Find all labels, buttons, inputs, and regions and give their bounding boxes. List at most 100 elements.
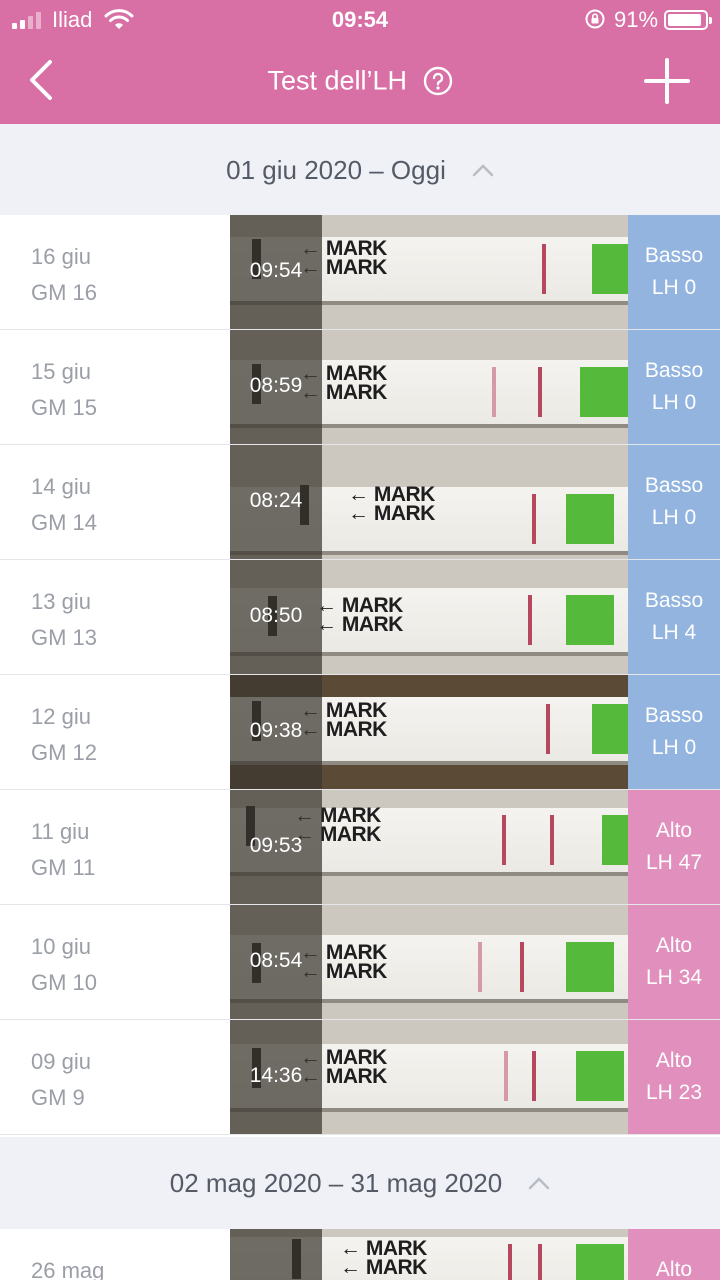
result-badge: Basso LH 0	[628, 445, 720, 559]
test-strip-photo[interactable]: ← MARK ← MARK09:54	[230, 215, 628, 329]
lh-value: LH 0	[651, 506, 697, 529]
test-day-label: 15 giu	[31, 359, 91, 384]
test-row[interactable]: 16 giu GM 16 ← MARK ← MARK09:54 Basso LH 0	[0, 215, 720, 330]
test-strip-photo[interactable]: ← MARK ← MARK	[230, 1229, 628, 1280]
test-row[interactable]: 11 giu GM 11 ← MARK ← MARK09:53 Alto LH 47	[0, 790, 720, 905]
page-title-text: Test dell’LH	[267, 65, 408, 96]
test-line	[528, 595, 532, 645]
test-date: 13 giu GM 13	[31, 584, 97, 656]
cycle-day-label: GM 12	[31, 740, 98, 765]
test-time: 09:38	[249, 719, 303, 742]
result-badge: Basso LH 0	[628, 675, 720, 789]
test-date: 09 giu GM 9	[31, 1044, 91, 1116]
test-time: 08:24	[249, 489, 303, 512]
strip-green-tab	[602, 815, 628, 865]
lh-value: LH 34	[645, 966, 703, 989]
lh-value: LH 0	[651, 391, 697, 414]
chevron-up-icon[interactable]	[472, 163, 494, 177]
strip-green-tab	[566, 595, 614, 645]
strip-green-tab	[576, 1244, 624, 1280]
status-bar: Iliad 09:54 91%	[0, 0, 720, 40]
test-date: 16 giu GM 16	[31, 239, 97, 311]
test-strip-photo[interactable]: ← MARK ← MARK08:54	[230, 905, 628, 1019]
lh-value: LH 47	[645, 851, 703, 874]
strip-green-tab	[566, 942, 614, 992]
test-time: 08:54	[249, 949, 303, 972]
test-date: 15 giu GM 15	[31, 354, 97, 426]
result-label: Basso	[644, 474, 704, 497]
test-row[interactable]: 26 mag ← MARK ← MARK Alto	[0, 1229, 720, 1280]
result-label: Alto	[655, 1258, 693, 1280]
strip-green-tab	[592, 244, 628, 294]
strip-mark-label: ← MARK ← MARK	[348, 483, 435, 525]
cycle-day-label: GM 15	[31, 395, 98, 420]
rotation-lock-icon	[585, 9, 605, 29]
test-line	[478, 942, 482, 992]
test-date: 14 giu GM 14	[31, 469, 97, 541]
test-line	[532, 494, 536, 544]
help-icon[interactable]	[423, 66, 453, 96]
result-badge: Basso LH 4	[628, 560, 720, 674]
section-date-range: 01 giu 2020 – Oggi	[226, 154, 446, 185]
test-row[interactable]: 09 giu GM 9 ← MARK ← MARK14:36 Alto LH 23	[0, 1020, 720, 1135]
test-strip-photo[interactable]: ← MARK ← MARK14:36	[230, 1020, 628, 1134]
add-test-button[interactable]	[644, 58, 690, 104]
section-header-current[interactable]: 01 giu 2020 – Oggi	[0, 124, 720, 216]
test-line	[504, 1051, 508, 1101]
section-header-previous[interactable]: 02 mag 2020 – 31 mag 2020	[0, 1137, 720, 1229]
test-day-label: 09 giu	[31, 1049, 91, 1074]
strip-green-tab	[580, 367, 628, 417]
test-row[interactable]: 14 giu GM 14 ← MARK ← MARK 08:24 Basso LH 0	[0, 445, 720, 560]
lh-value: LH 23	[645, 1081, 703, 1104]
test-time: 08:59	[249, 374, 303, 397]
result-badge: Alto LH 47	[628, 790, 720, 904]
strip-mark-label: ← MARK ← MARK	[316, 594, 403, 636]
test-row[interactable]: 13 giu GM 13 ← MARK ← MARK 08:50 Basso LH 4	[0, 560, 720, 675]
test-strip-photo[interactable]: ← MARK ← MARK 08:50	[230, 560, 628, 674]
lh-value: LH 4	[651, 621, 697, 644]
lh-value: LH 0	[651, 736, 697, 759]
test-day-label: 12 giu	[31, 704, 91, 729]
test-line	[508, 1244, 512, 1280]
test-time: 09:53	[249, 834, 303, 857]
time-overlay	[230, 1229, 322, 1280]
cycle-day-label: GM 13	[31, 625, 98, 650]
strip-green-tab	[566, 494, 614, 544]
test-day-label: 10 giu	[31, 934, 91, 959]
test-time: 08:50	[249, 604, 303, 627]
test-strip-photo[interactable]: ← MARK ← MARK09:53	[230, 790, 628, 904]
test-line	[502, 815, 506, 865]
test-line	[542, 244, 546, 294]
result-label: Basso	[644, 589, 704, 612]
test-date: 11 giu GM 11	[31, 814, 95, 886]
cycle-day-label: GM 11	[31, 855, 96, 880]
test-line	[520, 942, 524, 992]
test-date: 10 giu GM 10	[31, 929, 97, 1001]
test-day-label: 14 giu	[31, 474, 91, 499]
strip-green-tab	[592, 704, 628, 754]
test-date: 12 giu GM 12	[31, 699, 97, 771]
result-badge: Basso LH 0	[628, 215, 720, 329]
result-label: Basso	[644, 244, 704, 267]
strip-mark-label: ← MARK ← MARK	[340, 1237, 427, 1279]
test-row[interactable]: 10 giu GM 10 ← MARK ← MARK08:54 Alto LH 34	[0, 905, 720, 1020]
test-line	[538, 1244, 542, 1280]
cycle-day-label: GM 16	[31, 280, 98, 305]
test-line	[546, 704, 550, 754]
chevron-up-icon[interactable]	[528, 1176, 550, 1190]
lh-value: LH 0	[651, 276, 697, 299]
test-line	[538, 367, 542, 417]
test-strip-photo[interactable]: ← MARK ← MARK09:38	[230, 675, 628, 789]
test-day-label: 13 giu	[31, 589, 91, 614]
test-row[interactable]: 12 giu GM 12 ← MARK ← MARK09:38 Basso LH 0	[0, 675, 720, 790]
test-day-label: 16 giu	[31, 244, 91, 269]
result-label: Alto	[655, 934, 693, 957]
test-strip-photo[interactable]: ← MARK ← MARK08:59	[230, 330, 628, 444]
test-strip-photo[interactable]: ← MARK ← MARK 08:24	[230, 445, 628, 559]
result-badge: Alto	[628, 1229, 720, 1280]
result-badge: Alto LH 23	[628, 1020, 720, 1134]
page-title: Test dell’LH	[0, 64, 720, 96]
result-label: Alto	[655, 1049, 693, 1072]
battery-percentage: 91%	[614, 7, 659, 32]
test-row[interactable]: 15 giu GM 15 ← MARK ← MARK08:59 Basso LH 0	[0, 330, 720, 445]
